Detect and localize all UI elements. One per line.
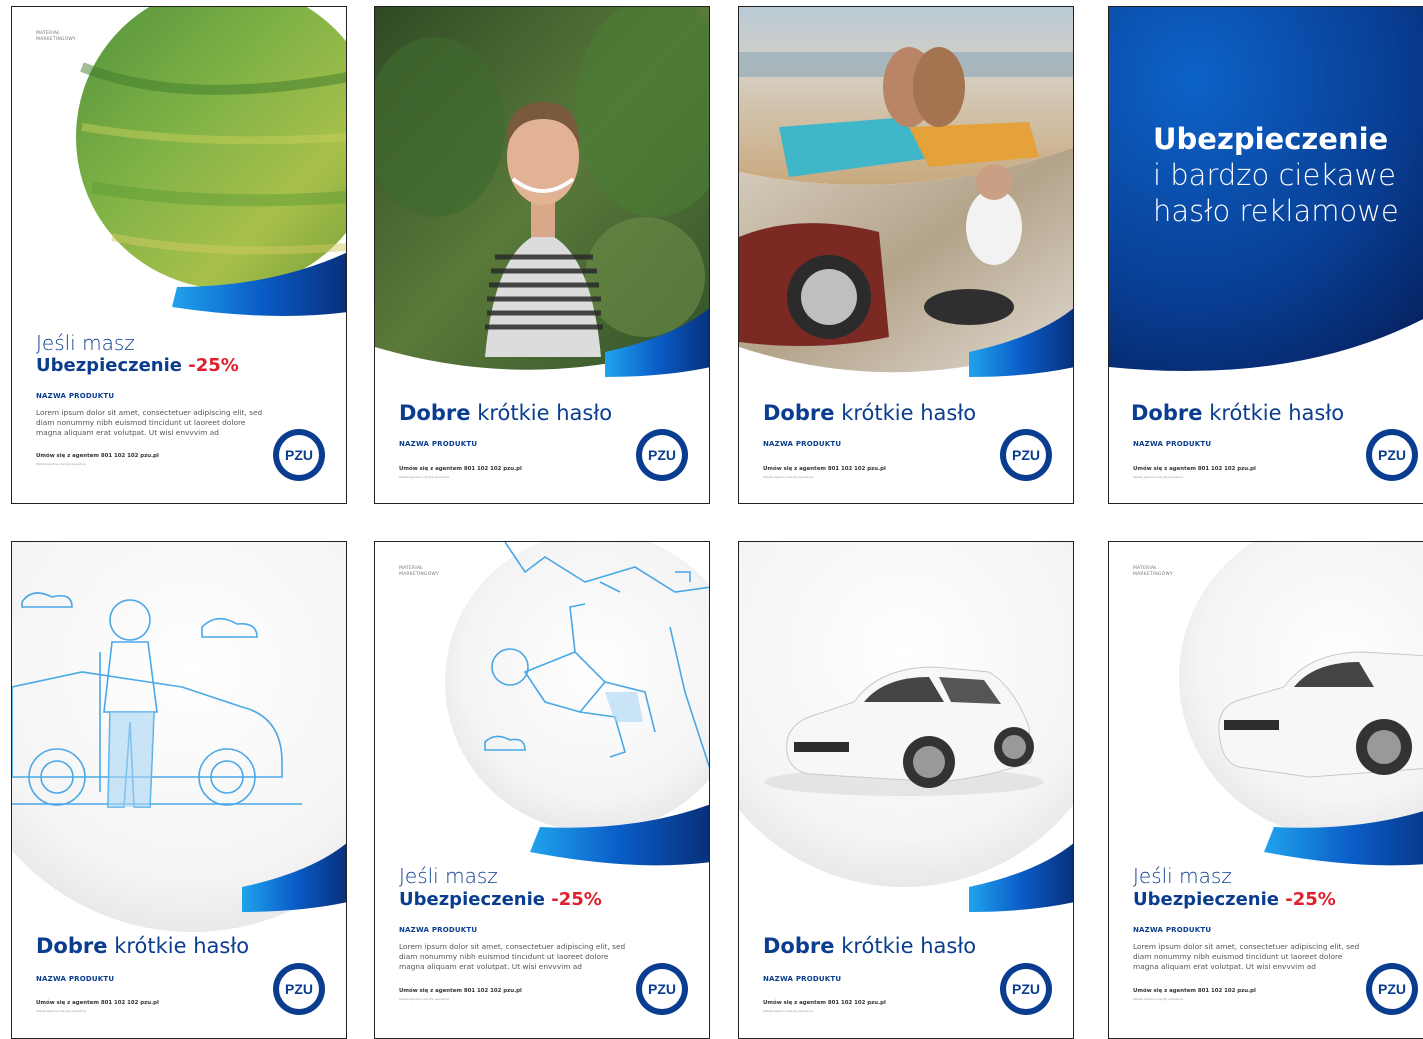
product-name: NAZWA PRODUKTU [1133,926,1212,934]
pzu-logo-icon: PZU [636,963,688,1015]
material-label: MATERIAŁ MARKETINGOWY [36,31,76,42]
product-name: NAZWA PRODUKTU [36,392,115,400]
blue-title: Ubezpieczenie i bardzo ciekawe hasło rek… [1153,121,1399,229]
product-name: NAZWA PRODUKTU [36,975,115,983]
body-text: Lorem ipsum dolor sit amet, consectetuer… [1133,942,1360,971]
headline-bold-text: Ubezpieczenie [36,355,182,376]
pzu-logo-icon: PZU [1000,963,1052,1015]
svg-text:PZU: PZU [285,447,313,463]
tagline: Dobre krótkie hasło [1131,401,1344,425]
tagline-bold: Dobre [763,401,835,425]
contact: Umów się z agentem 801 102 102 pzu.pl [36,453,159,459]
contact-note: Opłata zgodna z taryfą operatora [399,475,449,479]
tagline-bold: Dobre [1131,401,1203,425]
product-name: NAZWA PRODUKTU [399,926,478,934]
headline-bold: Ubezpieczenie -25% [1133,889,1336,910]
svg-text:PZU: PZU [1378,447,1406,463]
svg-text:PZU: PZU [285,981,313,997]
tagline: Dobre krótkie hasło [36,934,249,958]
poster-5: Dobre krótkie hasło NAZWA PRODUKTU Umów … [11,541,347,1039]
headline-bold-text: Ubezpieczenie [399,889,545,910]
tagline: Dobre krótkie hasło [763,401,976,425]
contact-note: Opłata zgodna z taryfą operatora [36,462,86,466]
tagline-bold: Dobre [36,934,108,958]
poster-1: MATERIAŁ MARKETINGOWY Jeśli masz Ubezpie… [11,6,347,504]
blue-title-line2: i bardzo ciekawe [1153,158,1396,192]
contact: Umów się z agentem 801 102 102 pzu.pl [1133,466,1256,472]
product-name: NAZWA PRODUKTU [763,440,842,448]
poster-4: Ubezpieczenie i bardzo ciekawe hasło rek… [1108,6,1423,504]
product-name: NAZWA PRODUKTU [1133,440,1212,448]
tagline: Dobre krótkie hasło [763,934,976,958]
product-name: NAZWA PRODUKTU [763,975,842,983]
svg-text:PZU: PZU [1012,447,1040,463]
headline-light: Jeśli masz [399,864,498,888]
contact-note: Opłata zgodna z taryfą operatora [763,475,813,479]
svg-text:PZU: PZU [1378,981,1406,997]
contact-note: Opłata zgodna z taryfą operatora [763,1009,813,1013]
material-label: MATERIAŁ MARKETINGOWY [399,566,439,577]
headline-bold-text: Ubezpieczenie [1133,889,1279,910]
pzu-logo-icon: PZU [636,429,688,481]
headline-discount: -25% [188,355,239,376]
headline-light: Jeśli masz [36,331,135,355]
pzu-logo-icon: PZU [1366,963,1418,1015]
material-label: MATERIAŁ MARKETINGOWY [1133,566,1173,577]
headline-discount: -25% [1285,889,1336,910]
contact: Umów się z agentem 801 102 102 pzu.pl [399,988,522,994]
svg-text:PZU: PZU [1012,981,1040,997]
blue-title-bold: Ubezpieczenie [1153,122,1389,156]
poster-7: Dobre krótkie hasło NAZWA PRODUKTU Umów … [738,541,1074,1039]
contact: Umów się z agentem 801 102 102 pzu.pl [399,466,522,472]
poster-2: Dobre krótkie hasło NAZWA PRODUKTU Umów … [374,6,710,504]
tagline-bold: Dobre [399,401,471,425]
svg-text:PZU: PZU [648,447,676,463]
headline-light: Jeśli masz [1133,864,1232,888]
tagline-rest: krótkie hasło [1209,401,1345,425]
body-text: Lorem ipsum dolor sit amet, consectetuer… [36,408,263,437]
contact: Umów się z agentem 801 102 102 pzu.pl [763,1000,886,1006]
contact-note: Opłata zgodna z taryfą operatora [1133,997,1183,1001]
tagline-rest: krótkie hasło [841,934,977,958]
poster-6: MATERIAŁ MARKETINGOWY Jeśli masz Ubezpie… [374,541,710,1039]
contact: Umów się z agentem 801 102 102 pzu.pl [36,1000,159,1006]
headline-bold: Ubezpieczenie -25% [399,889,602,910]
pzu-logo-icon: PZU [1366,429,1418,481]
pzu-logo-icon: PZU [1000,429,1052,481]
tagline-rest: krótkie hasło [477,401,613,425]
poster-3: Dobre krótkie hasło NAZWA PRODUKTU Umów … [738,6,1074,504]
contact: Umów się z agentem 801 102 102 pzu.pl [1133,988,1256,994]
pzu-logo-icon: PZU [273,429,325,481]
contact-note: Opłata zgodna z taryfą operatora [399,997,449,1001]
contact-note: Opłata zgodna z taryfą operatora [36,1009,86,1013]
tagline-bold: Dobre [763,934,835,958]
contact: Umów się z agentem 801 102 102 pzu.pl [763,466,886,472]
body-text: Lorem ipsum dolor sit amet, consectetuer… [399,942,626,971]
contact-note: Opłata zgodna z taryfą operatora [1133,475,1183,479]
headline-bold: Ubezpieczenie -25% [36,355,239,376]
blue-title-line3: hasło reklamowe [1153,194,1399,228]
svg-text:PZU: PZU [648,981,676,997]
tagline-rest: krótkie hasło [114,934,250,958]
tagline-rest: krótkie hasło [841,401,977,425]
pzu-logo-icon: PZU [273,963,325,1015]
product-name: NAZWA PRODUKTU [399,440,478,448]
tagline: Dobre krótkie hasło [399,401,612,425]
headline-discount: -25% [551,889,602,910]
poster-8: MATERIAŁ MARKETINGOWY Jeśli masz Ubezpie… [1108,541,1423,1039]
